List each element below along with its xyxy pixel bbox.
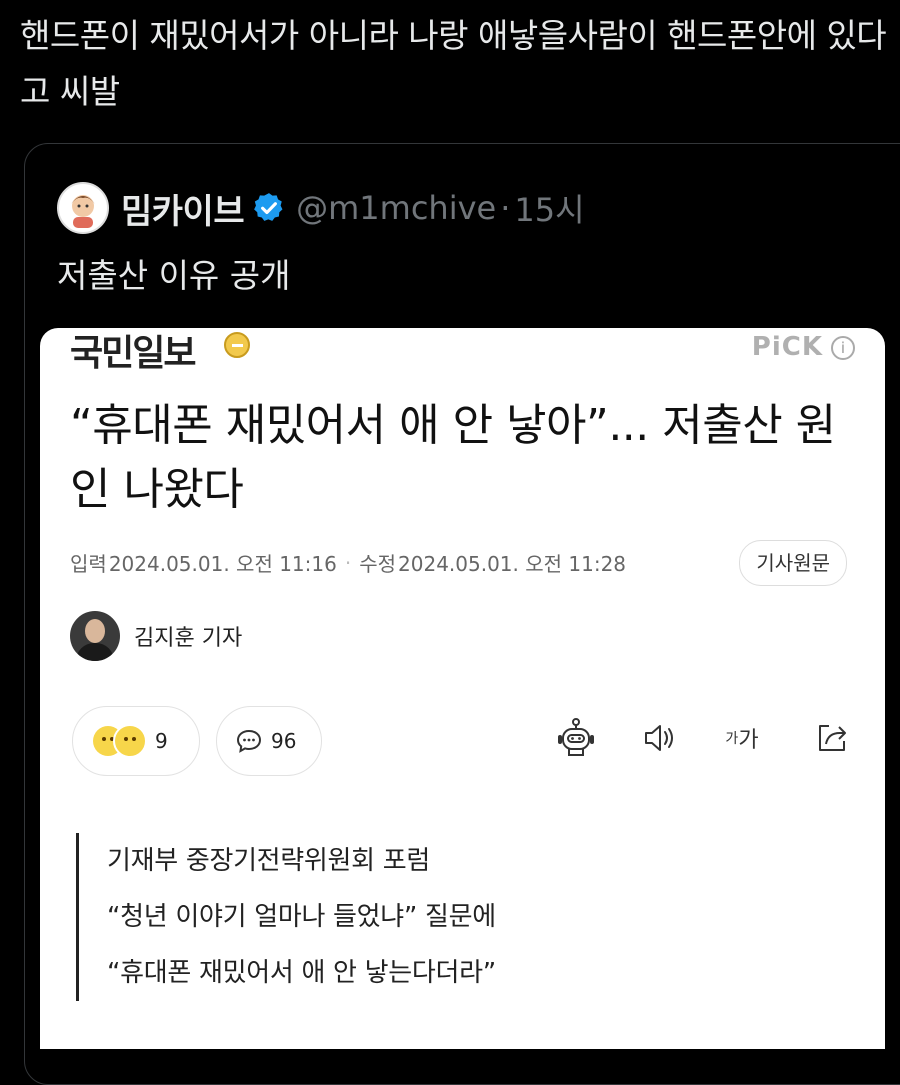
quoted-tweet-header: 밈카이브 @m1mchive · 15시	[57, 180, 585, 236]
updated-label: 수정	[359, 552, 397, 576]
tweet-text: 핸드폰이 재밌어서가 아니라 나랑 애낳을사람이 핸드폰안에 있다고 씨발	[20, 16, 887, 111]
article-summary: 기재부 중장기전략위원회 포럼 “청년 이야기 얼마나 들었냐” 질문에 “휴대…	[76, 833, 496, 1001]
pick-label: PiCK	[751, 332, 823, 362]
meta-dot: ·	[344, 550, 352, 575]
font-size-small-label: 가	[725, 731, 739, 747]
avatar-illustration-icon	[71, 195, 95, 228]
summary-line: “휴대폰 재밌어서 애 안 낳는다더라”	[107, 958, 496, 988]
reporter-avatar	[70, 611, 120, 661]
reaction-count: 9	[155, 729, 168, 753]
reporter-name: 김지훈 기자	[134, 626, 243, 651]
original-article-button[interactable]: 기사원문	[739, 540, 847, 586]
updated-time: 2024.05.01. 오전 11:28	[398, 552, 627, 576]
article-headline: “휴대폰 재밌어서 애 안 낳아”... 저출산 원인 나왔다	[70, 400, 836, 515]
robot-icon	[558, 718, 594, 756]
article-meta: 입력 2024.05.01. 오전 11:16 · 수정 2024.05.01.…	[70, 548, 626, 577]
quoted-tweet-time[interactable]: 15시	[514, 185, 584, 231]
quoted-author-avatar[interactable]	[57, 182, 109, 234]
text-to-speech-button[interactable]	[638, 716, 682, 760]
handle-time-separator: ·	[500, 189, 511, 227]
article-screenshot: 국민일보 PiCK i “휴대폰 재밌어서 애 안 낳아”... 저출산 원인 …	[40, 328, 885, 1049]
comment-bubble-icon	[236, 729, 262, 753]
press-logo: 국민일보	[70, 332, 196, 374]
quoted-author-name[interactable]: 밈카이브	[121, 184, 245, 233]
summary-line: “청년 이야기 얼마나 들었냐” 질문에	[107, 902, 496, 932]
input-time: 2024.05.01. 오전 11:16	[108, 552, 337, 576]
reaction-button[interactable]: 9	[72, 706, 200, 776]
reporter-byline[interactable]: 김지훈 기자	[70, 611, 242, 661]
verified-badge-icon	[254, 193, 283, 221]
smile-emoji-icon	[113, 724, 147, 758]
ai-summary-button[interactable]	[554, 716, 598, 760]
press-subscribe-badge[interactable]	[224, 332, 250, 358]
share-button[interactable]	[810, 716, 854, 760]
summary-line: 기재부 중장기전략위원회 포럼	[107, 846, 430, 876]
font-size-large-label: 가	[738, 728, 759, 753]
comment-count: 96	[271, 729, 297, 753]
font-size-button[interactable]: 가가	[720, 716, 764, 760]
share-icon	[819, 725, 846, 751]
comment-button[interactable]: 96	[216, 706, 322, 776]
info-icon[interactable]: i	[831, 336, 855, 360]
input-label: 입력	[70, 552, 107, 576]
quoted-tweet-text: 저출산 이유 공개	[57, 256, 291, 295]
quoted-author-handle[interactable]: @m1mchive	[296, 189, 496, 227]
speaker-icon	[645, 725, 673, 751]
